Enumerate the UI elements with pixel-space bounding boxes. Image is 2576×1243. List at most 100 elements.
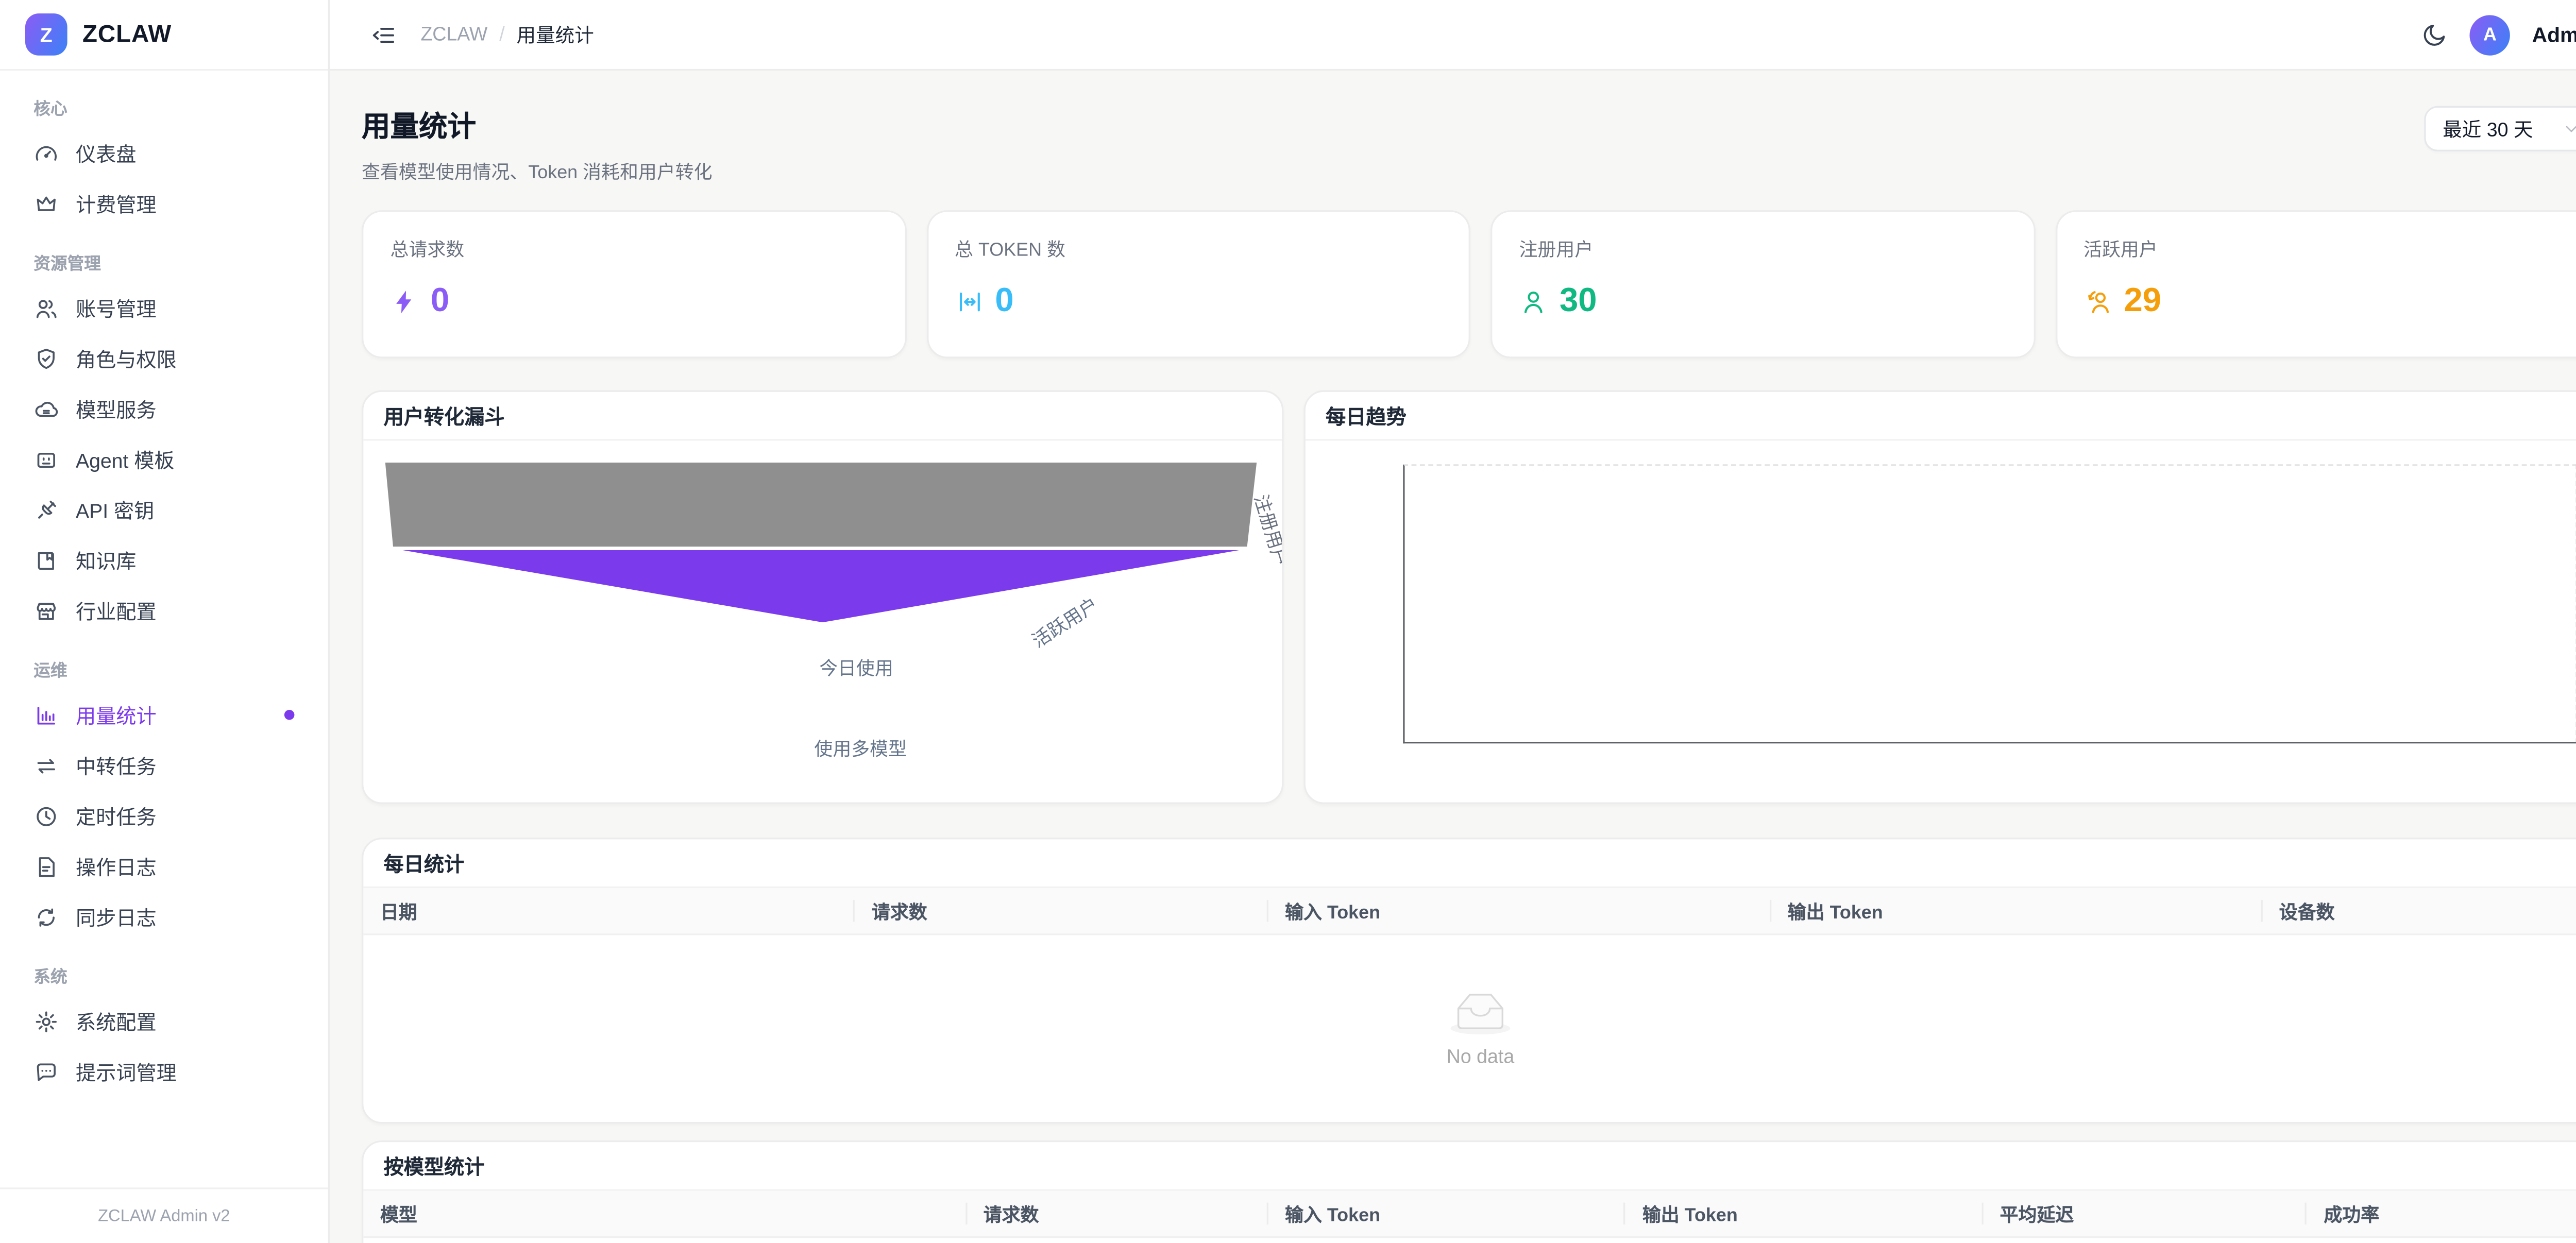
stat-label: 总 TOKEN 数 <box>955 235 1442 262</box>
bar-chart-icon <box>33 702 59 727</box>
stat-label: 总请求数 <box>391 235 877 262</box>
breadcrumb: ZCLAW / 用量统计 <box>420 21 594 48</box>
sidebar-fold-icon[interactable] <box>370 21 397 48</box>
sidebar-item-账号管理[interactable]: 账号管理 <box>20 283 308 333</box>
nav-group: 资源管理账号管理角色与权限模型服务 Agent 模板API 密钥知识库行业配置 <box>20 249 308 636</box>
funnel-chart: 注册用户 活跃用户 今日使用 使用多模型 <box>363 441 1282 803</box>
sidebar-item-label: 用量统计 <box>76 701 157 729</box>
sidebar-item-操作日志[interactable]: 操作日志 <box>20 841 308 892</box>
user-icon <box>1519 287 1548 316</box>
stat-card-3: 活跃用户 29 <box>2055 210 2576 358</box>
page-subtitle: 查看模型使用情况、Token 消耗和用户转化 <box>362 158 713 185</box>
sidebar-item-提示词管理[interactable]: 提示词管理 <box>20 1046 308 1097</box>
user-name[interactable]: Admin <box>2532 23 2576 46</box>
main-area: ZCLAW / 用量统计 A Admin 用量统计 查看模型使用情况、Token… <box>330 0 2576 1243</box>
stat-label: 活跃用户 <box>2083 235 2570 262</box>
user-active-icon <box>2083 287 2112 316</box>
app-window: Z ZCLAW 核心仪表盘计费管理资源管理账号管理角色与权限模型服务Agent … <box>0 0 2576 1243</box>
avatar[interactable]: A <box>2470 14 2510 55</box>
nav-group: 运维用量统计中转任务定时任务操作日志同步日志 <box>20 656 308 942</box>
funnel-label-active: 活跃用户 <box>1026 591 1103 654</box>
column-header: 平均延迟 <box>1983 1191 2307 1236</box>
breadcrumb-separator: / <box>499 24 504 44</box>
stat-label: 注册用户 <box>1519 235 2006 262</box>
stat-value-row: 0 <box>955 284 1442 318</box>
token-width-icon <box>955 287 984 316</box>
bot-icon <box>33 447 59 472</box>
page-header: 用量统计 查看模型使用情况、Token 消耗和用户转化 最近 30 天 <box>362 103 2576 185</box>
breadcrumb-current: 用量统计 <box>517 21 594 48</box>
sidebar-item-行业配置[interactable]: 行业配置 <box>20 585 308 636</box>
daily-table-header: 日期请求数输入 Token输出 Token设备数 <box>363 888 2576 935</box>
stat-value: 30 <box>1560 284 1597 318</box>
moon-icon[interactable] <box>2421 21 2448 48</box>
sidebar-item-角色与权限[interactable]: 角色与权限 <box>20 333 308 384</box>
sidebar-item-label: 操作日志 <box>76 852 157 881</box>
funnel-stage-active[interactable] <box>402 550 1240 622</box>
sidebar-item-知识库[interactable]: 知识库 <box>20 535 308 585</box>
stat-card-1: 总 TOKEN 数 0 <box>926 210 1470 358</box>
app-title: ZCLAW <box>82 21 172 48</box>
column-header: 输出 Token <box>1625 1191 1983 1236</box>
sidebar-item-api-密钥[interactable]: API 密钥 <box>20 484 308 535</box>
sidebar-item-计费管理[interactable]: 计费管理 <box>20 178 308 229</box>
active-dot <box>284 710 295 720</box>
swap-icon <box>33 753 59 778</box>
stats-row: 总请求数 0 总 TOKEN 数 0 注册用户 30 活跃用户 29 <box>362 210 2576 358</box>
book-icon <box>33 548 59 573</box>
daily-stats-card: 每日统计 日期请求数输入 Token输出 Token设备数 No data <box>362 838 2576 1123</box>
column-header: 输入 Token <box>1268 888 1771 933</box>
nav-group-label: 系统 <box>33 962 294 987</box>
column-header: 请求数 <box>967 1191 1268 1236</box>
funnel-stage-registered[interactable] <box>385 463 1257 547</box>
sidebar-item-label: 同步日志 <box>76 903 157 931</box>
stat-value: 0 <box>431 284 449 318</box>
nav-group-label: 资源管理 <box>33 249 294 274</box>
sidebar-item-label: 提示词管理 <box>76 1057 177 1086</box>
topbar-right: A Admin <box>2421 14 2576 55</box>
breadcrumb-root[interactable]: ZCLAW <box>420 24 487 44</box>
sidebar-item-定时任务[interactable]: 定时任务 <box>20 791 308 841</box>
nav-group-label: 运维 <box>33 656 294 681</box>
trend-card: 每日趋势 <box>1304 390 2576 804</box>
daily-table-title: 每日统计 <box>363 839 2576 888</box>
sidebar-item-label: 模型服务 <box>76 395 157 423</box>
sidebar-item-label: 行业配置 <box>76 597 157 625</box>
funnel-label-multimodel: 使用多模型 <box>814 735 907 762</box>
sidebar-version-label: ZCLAW Admin v2 <box>0 1187 328 1243</box>
page-content: 用量统计 查看模型使用情况、Token 消耗和用户转化 最近 30 天 总请求数… <box>330 71 2576 1243</box>
funnel-label-registered: 注册用户 <box>1248 491 1284 570</box>
topbar: ZCLAW / 用量统计 A Admin <box>330 0 2576 71</box>
stat-value-row: 30 <box>1519 284 2006 318</box>
column-header: 请求数 <box>855 888 1268 933</box>
sidebar-item-用量统计[interactable]: 用量统计 <box>20 690 308 740</box>
trend-plot-area <box>1403 464 2576 743</box>
sidebar-item-模型服务[interactable]: 模型服务 <box>20 383 308 434</box>
charts-row: 用户转化漏斗 注册用户 活跃用户 今日使用 使用多模型 每日趋势 <box>362 390 2576 804</box>
sidebar-item-中转任务[interactable]: 中转任务 <box>20 740 308 791</box>
empty-inbox-icon <box>1445 991 1516 1036</box>
sidebar-item-label: 角色与权限 <box>76 344 177 373</box>
store-icon <box>33 598 59 623</box>
bolt-icon <box>391 287 419 316</box>
gauge-icon <box>33 141 59 166</box>
sidebar-item-系统配置[interactable]: 系统配置 <box>20 996 308 1046</box>
app-logo-row: Z ZCLAW <box>0 0 328 71</box>
model-table-title: 按模型统计 <box>363 1142 2576 1191</box>
sidebar-item-label: 知识库 <box>76 546 137 575</box>
sidebar-item-label: 定时任务 <box>76 802 157 830</box>
date-range-select[interactable]: 最近 30 天 <box>2424 106 2576 151</box>
app-logo: Z <box>25 13 67 56</box>
chevron-down-icon <box>2562 120 2576 138</box>
empty-state-text: No data <box>1447 1048 1515 1068</box>
trend-chart <box>1306 441 2576 803</box>
sidebar-item-agent-模板[interactable]: Agent 模板 <box>20 434 308 484</box>
column-header: 成功率 <box>2307 1191 2576 1236</box>
column-header: 输出 Token <box>1771 888 2262 933</box>
stat-value-row: 29 <box>2083 284 2570 318</box>
sidebar-item-label: 仪表盘 <box>76 139 137 167</box>
nav-group: 系统系统配置提示词管理 <box>20 962 308 1097</box>
model-stats-card: 按模型统计 模型请求数输入 Token输出 Token平均延迟成功率 <box>362 1140 2576 1243</box>
sidebar-item-仪表盘[interactable]: 仪表盘 <box>20 128 308 178</box>
sidebar-item-同步日志[interactable]: 同步日志 <box>20 892 308 942</box>
